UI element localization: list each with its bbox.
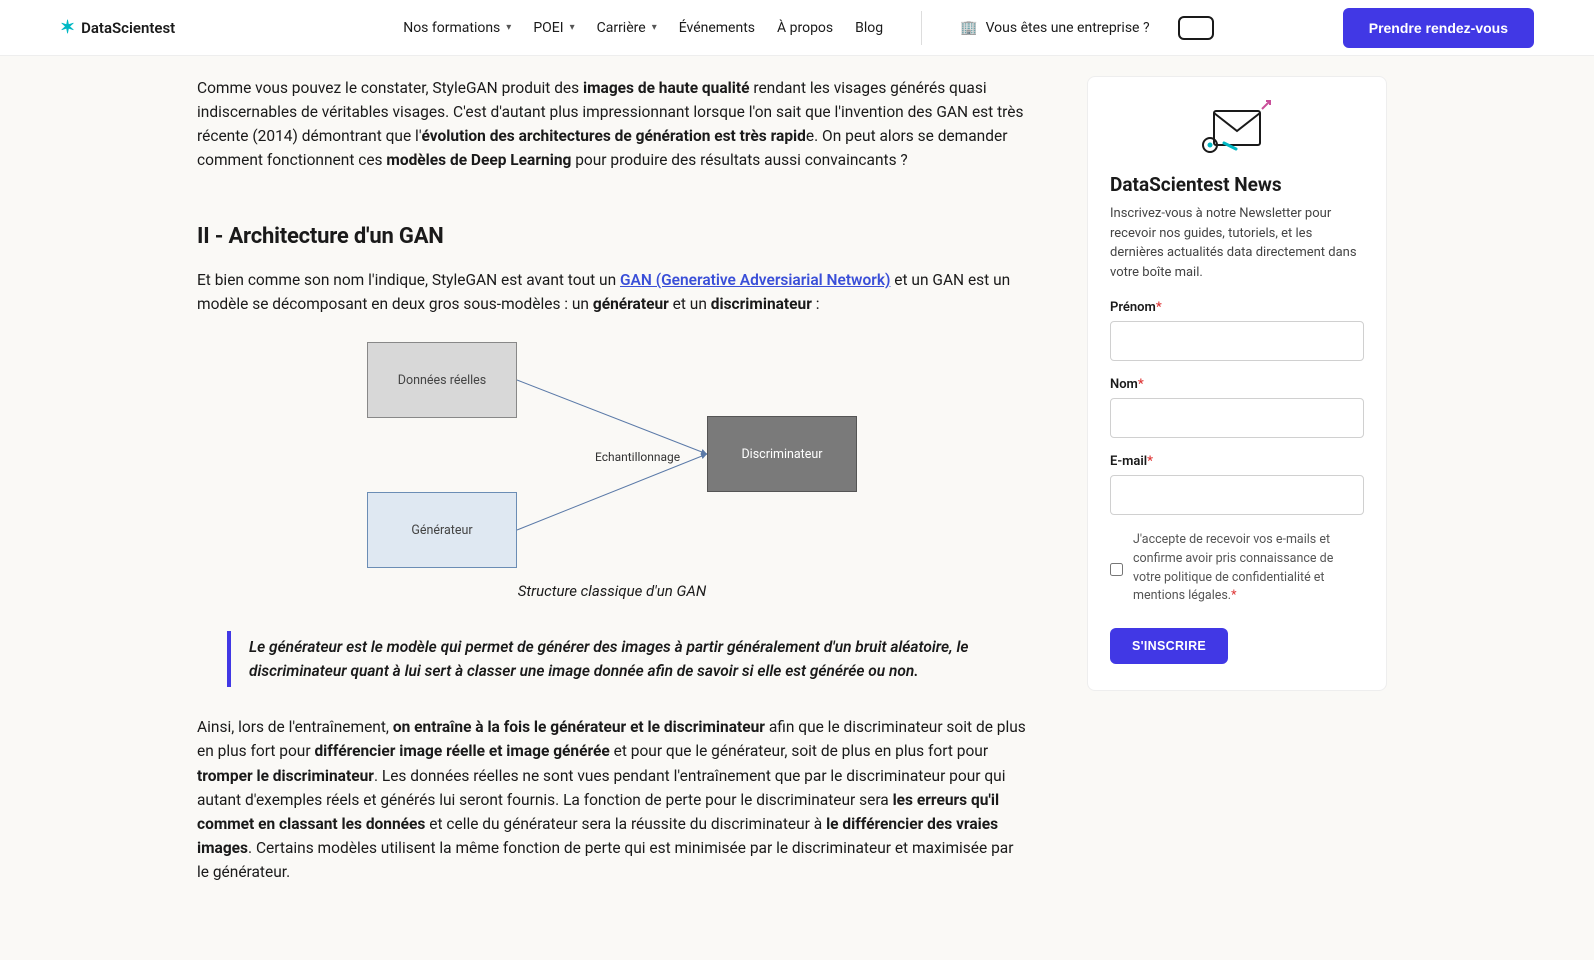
figure-caption: Structure classique d'un GAN bbox=[197, 580, 1027, 603]
brand-logo[interactable]: ✶ DataScientest bbox=[60, 17, 175, 38]
nav-blog[interactable]: Blog bbox=[855, 20, 883, 36]
nav-label: Carrière bbox=[597, 20, 646, 36]
main-nav: Nos formations ▾ POEI ▾ Carrière ▾ Événe… bbox=[403, 20, 883, 36]
subscribe-button[interactable]: S'INSCRIRE bbox=[1110, 628, 1228, 664]
nav-formations[interactable]: Nos formations ▾ bbox=[403, 20, 511, 36]
consent-checkbox[interactable] bbox=[1110, 533, 1123, 606]
top-nav: ✶ DataScientest Nos formations ▾ POEI ▾ … bbox=[0, 0, 1594, 56]
brand-text: DataScientest bbox=[81, 19, 175, 37]
flag-fr-icon bbox=[1185, 21, 1207, 35]
input-email[interactable] bbox=[1110, 475, 1364, 515]
nav-apropos[interactable]: À propos bbox=[777, 20, 833, 36]
paragraph: Ainsi, lors de l'entraînement, on entraî… bbox=[197, 715, 1027, 883]
chevron-down-icon: ▾ bbox=[652, 22, 657, 33]
diagram-label-sampling: Echantillonnage bbox=[595, 448, 680, 467]
consent-text: J'accepte de recevoir vos e-mails et con… bbox=[1133, 531, 1364, 606]
paragraph: Comme vous pouvez le constater, StyleGAN… bbox=[197, 76, 1027, 172]
building-icon: 🏢 bbox=[960, 20, 977, 36]
label-firstname: Prénom* bbox=[1110, 300, 1364, 315]
brand-icon: ✶ bbox=[60, 17, 75, 38]
enterprise-link[interactable]: 🏢 Vous êtes une entreprise ? bbox=[960, 20, 1149, 36]
field-email: E-mail* bbox=[1110, 454, 1364, 515]
consent-row: J'accepte de recevoir vos e-mails et con… bbox=[1110, 531, 1364, 606]
nav-label: À propos bbox=[777, 20, 833, 36]
sidebar-desc: Inscrivez-vous à notre Newsletter pour r… bbox=[1110, 204, 1364, 282]
newsletter-icon bbox=[1110, 99, 1364, 163]
nav-evenements[interactable]: Événements bbox=[679, 20, 755, 36]
cta-button[interactable]: Prendre rendez-vous bbox=[1343, 8, 1534, 48]
diagram-box-discriminator: Discriminateur bbox=[707, 416, 857, 492]
diagram-box-generator: Générateur bbox=[367, 492, 517, 568]
sidebar-title: DataScientest News bbox=[1110, 173, 1364, 196]
nav-poei[interactable]: POEI ▾ bbox=[533, 20, 574, 36]
blockquote: Le générateur est le modèle qui permet d… bbox=[227, 631, 1027, 687]
section-heading: II - Architecture d'un GAN bbox=[197, 220, 1027, 254]
nav-carriere[interactable]: Carrière ▾ bbox=[597, 20, 657, 36]
diagram-box-real-data: Données réelles bbox=[367, 342, 517, 418]
divider bbox=[921, 11, 922, 45]
nav-label: Nos formations bbox=[403, 20, 500, 36]
chevron-down-icon: ▾ bbox=[570, 22, 575, 33]
chevron-down-icon: ▾ bbox=[506, 22, 511, 33]
label-email: E-mail* bbox=[1110, 454, 1364, 469]
field-firstname: Prénom* bbox=[1110, 300, 1364, 361]
gan-link[interactable]: GAN (Generative Adversiarial Network) bbox=[620, 271, 890, 289]
newsletter-sidebar: DataScientest News Inscrivez-vous à notr… bbox=[1087, 76, 1387, 691]
enterprise-text: Vous êtes une entreprise ? bbox=[986, 20, 1150, 36]
label-lastname: Nom* bbox=[1110, 377, 1364, 392]
input-lastname[interactable] bbox=[1110, 398, 1364, 438]
language-selector[interactable] bbox=[1178, 16, 1214, 40]
nav-label: Blog bbox=[855, 20, 883, 36]
nav-label: POEI bbox=[533, 20, 563, 36]
paragraph: Et bien comme son nom l'indique, StyleGA… bbox=[197, 268, 1027, 316]
article-body: Comme vous pouvez le constater, StyleGAN… bbox=[197, 76, 1027, 900]
gan-diagram: Données réelles Générateur Discriminateu… bbox=[197, 342, 1027, 572]
nav-label: Événements bbox=[679, 20, 755, 36]
field-lastname: Nom* bbox=[1110, 377, 1364, 438]
input-firstname[interactable] bbox=[1110, 321, 1364, 361]
